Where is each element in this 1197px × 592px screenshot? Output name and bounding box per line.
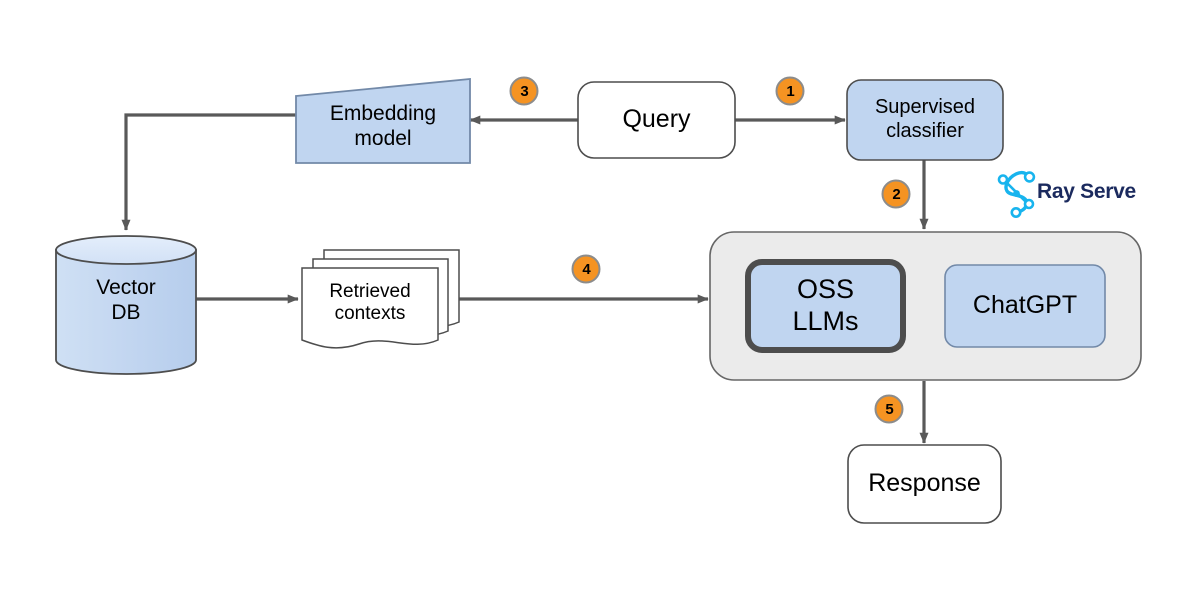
diagram-canvas: Query Supervised classifier Embedding mo… [0, 0, 1197, 592]
step-badge-3 [509, 76, 539, 106]
node-chatgpt[interactable] [944, 264, 1106, 348]
step-badge-1 [775, 76, 805, 106]
step-badge-2 [881, 179, 911, 209]
node-vector-db[interactable] [55, 235, 197, 375]
node-retrieved-contexts[interactable] [301, 249, 460, 349]
node-response[interactable] [847, 444, 1002, 524]
ray-serve-logo-icon [997, 170, 1036, 218]
node-query[interactable] [577, 81, 736, 159]
node-supervised-classifier[interactable] [846, 79, 1004, 161]
diagram-graphics [55, 76, 1142, 524]
node-oss-llms[interactable] [745, 259, 906, 353]
node-embedding-model[interactable] [295, 78, 471, 164]
ray-serve-logo-text: Ray Serve [1037, 180, 1136, 203]
step-badge-5 [874, 394, 904, 424]
edge-embedding-to-vectordb [121, 113, 296, 231]
step-badge-4 [571, 254, 601, 284]
